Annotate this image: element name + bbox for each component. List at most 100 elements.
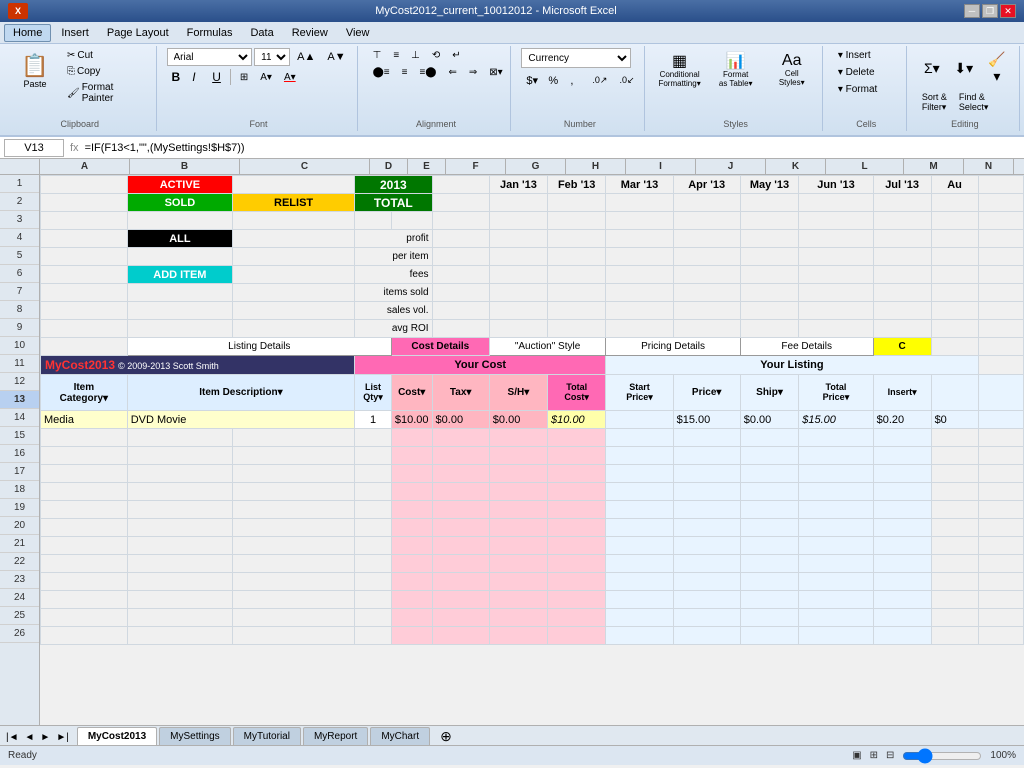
menu-home[interactable]: Home xyxy=(4,24,51,42)
cell-c6[interactable] xyxy=(233,266,355,284)
col-header-e[interactable]: E xyxy=(408,159,446,174)
row-num-24[interactable]: 24 xyxy=(0,589,39,607)
restore-button[interactable]: ❐ xyxy=(982,4,998,18)
fill-color-button[interactable]: A▾ xyxy=(255,70,277,85)
row-num-13[interactable]: 13 xyxy=(0,391,39,409)
cell-f10[interactable]: "Auction" Style xyxy=(489,338,606,356)
row-num-19[interactable]: 19 xyxy=(0,499,39,517)
underline-button[interactable]: U xyxy=(207,68,226,86)
cell-o3[interactable] xyxy=(978,212,1024,230)
cell-b6[interactable]: ADD ITEM xyxy=(127,266,232,284)
cell-j8[interactable] xyxy=(673,302,740,320)
cell-h9[interactable] xyxy=(548,320,606,338)
grid-area[interactable]: ACTIVE 2013 Jan '13 Feb '13 Mar '13 Apr … xyxy=(40,175,1024,725)
cell-k3[interactable] xyxy=(740,212,799,230)
cell-i7[interactable] xyxy=(606,284,673,302)
cell-m10[interactable] xyxy=(931,338,978,356)
close-button[interactable]: ✕ xyxy=(1000,4,1016,18)
cell-reference-box[interactable] xyxy=(4,139,64,157)
cell-h14[interactable] xyxy=(548,429,606,447)
col-header-j[interactable]: J xyxy=(696,159,766,174)
paste-button[interactable]: 📋 Paste xyxy=(10,48,60,94)
minimize-button[interactable]: ─ xyxy=(964,4,980,18)
cell-i13[interactable] xyxy=(606,411,673,429)
cell-b2[interactable]: SOLD xyxy=(127,194,232,212)
cell-k12[interactable]: Ship▾ xyxy=(740,375,799,411)
row-num-7[interactable]: 7 xyxy=(0,283,39,301)
cell-b1[interactable]: ACTIVE xyxy=(127,176,232,194)
sheet-nav-prev[interactable]: ◄ xyxy=(23,730,37,745)
col-header-c[interactable]: C xyxy=(240,159,370,174)
row-num-22[interactable]: 22 xyxy=(0,553,39,571)
cell-d2[interactable]: TOTAL xyxy=(355,194,432,212)
cell-i2[interactable] xyxy=(606,194,673,212)
border-button[interactable]: ⊞ xyxy=(235,70,253,85)
cell-n10[interactable] xyxy=(978,338,1024,356)
cell-d7[interactable]: items sold xyxy=(355,284,432,302)
cell-a8[interactable] xyxy=(41,302,128,320)
cell-c9[interactable] xyxy=(233,320,355,338)
cell-o9[interactable] xyxy=(978,320,1024,338)
menu-formulas[interactable]: Formulas xyxy=(179,25,241,41)
conditional-formatting-button[interactable]: ▦ ConditionalFormatting▾ xyxy=(653,48,705,92)
row-num-10[interactable]: 10 xyxy=(0,337,39,355)
col-header-f[interactable]: F xyxy=(446,159,506,174)
cell-h10[interactable]: Pricing Details xyxy=(606,338,740,356)
cell-m7[interactable] xyxy=(873,284,931,302)
row-num-21[interactable]: 21 xyxy=(0,535,39,553)
cell-l5[interactable] xyxy=(799,248,873,266)
cell-n3[interactable] xyxy=(931,212,978,230)
cell-n5[interactable] xyxy=(931,248,978,266)
cell-j9[interactable] xyxy=(673,320,740,338)
cell-m2[interactable] xyxy=(873,194,931,212)
col-header-d[interactable]: D xyxy=(370,159,408,174)
sheet-tab-mysettings[interactable]: MySettings xyxy=(159,727,230,745)
sheet-tab-mycost2013[interactable]: MyCost2013 xyxy=(77,727,157,745)
cell-b14[interactable] xyxy=(127,429,232,447)
insert-sheet-button[interactable]: ⊕ xyxy=(436,728,456,745)
cell-o2[interactable] xyxy=(978,194,1024,212)
cell-g6[interactable] xyxy=(489,266,547,284)
cell-l12[interactable]: TotalPrice▾ xyxy=(799,375,873,411)
cell-c3[interactable] xyxy=(233,212,355,230)
decrease-font-button[interactable]: A▼ xyxy=(322,49,350,65)
cell-j14[interactable] xyxy=(673,429,740,447)
cell-f9[interactable] xyxy=(432,320,489,338)
cell-d4[interactable]: profit xyxy=(355,230,432,248)
cell-d1[interactable]: 2013 xyxy=(355,176,432,194)
sheet-nav-first[interactable]: |◄ xyxy=(4,730,21,745)
view-break-icon[interactable]: ⊟ xyxy=(886,750,894,761)
cell-g2[interactable] xyxy=(489,194,547,212)
row-num-1[interactable]: 1 xyxy=(0,175,39,193)
cell-f3[interactable] xyxy=(432,212,489,230)
cell-g12[interactable]: S/H▾ xyxy=(489,375,547,411)
font-size-select[interactable]: 11 xyxy=(254,48,290,66)
col-header-k[interactable]: K xyxy=(766,159,826,174)
row-num-5[interactable]: 5 xyxy=(0,247,39,265)
title-bar-controls[interactable]: ─ ❐ ✕ xyxy=(964,4,1016,18)
cell-i8[interactable] xyxy=(606,302,673,320)
cell-i6[interactable] xyxy=(606,266,673,284)
row-num-12[interactable]: 12 xyxy=(0,373,39,391)
text-direction-button[interactable]: ⟲ xyxy=(427,48,445,63)
format-as-table-button[interactable]: 📊 Formatas Table▾ xyxy=(710,48,762,92)
cell-j6[interactable] xyxy=(673,266,740,284)
comma-button[interactable]: , xyxy=(565,73,585,89)
cell-k9[interactable] xyxy=(740,320,799,338)
cell-n1[interactable]: Au xyxy=(931,176,978,194)
row-num-20[interactable]: 20 xyxy=(0,517,39,535)
cell-k14[interactable] xyxy=(740,429,799,447)
cell-f6[interactable] xyxy=(432,266,489,284)
cell-o5[interactable] xyxy=(978,248,1024,266)
cell-j4[interactable] xyxy=(673,230,740,248)
cell-b12[interactable]: Item Description▾ xyxy=(127,375,354,411)
cell-g1[interactable]: Jan '13 xyxy=(489,176,547,194)
wrap-text-button[interactable]: ↵ xyxy=(447,48,465,63)
cell-d10[interactable]: Cost Details xyxy=(391,338,489,356)
sheet-nav-last[interactable]: ►| xyxy=(54,730,71,745)
cell-i11[interactable]: Your Listing xyxy=(606,356,978,375)
cell-f7[interactable] xyxy=(432,284,489,302)
sheet-tab-mychart[interactable]: MyChart xyxy=(370,727,430,745)
cell-h1[interactable]: Feb '13 xyxy=(548,176,606,194)
font-name-select[interactable]: Arial xyxy=(167,48,253,66)
